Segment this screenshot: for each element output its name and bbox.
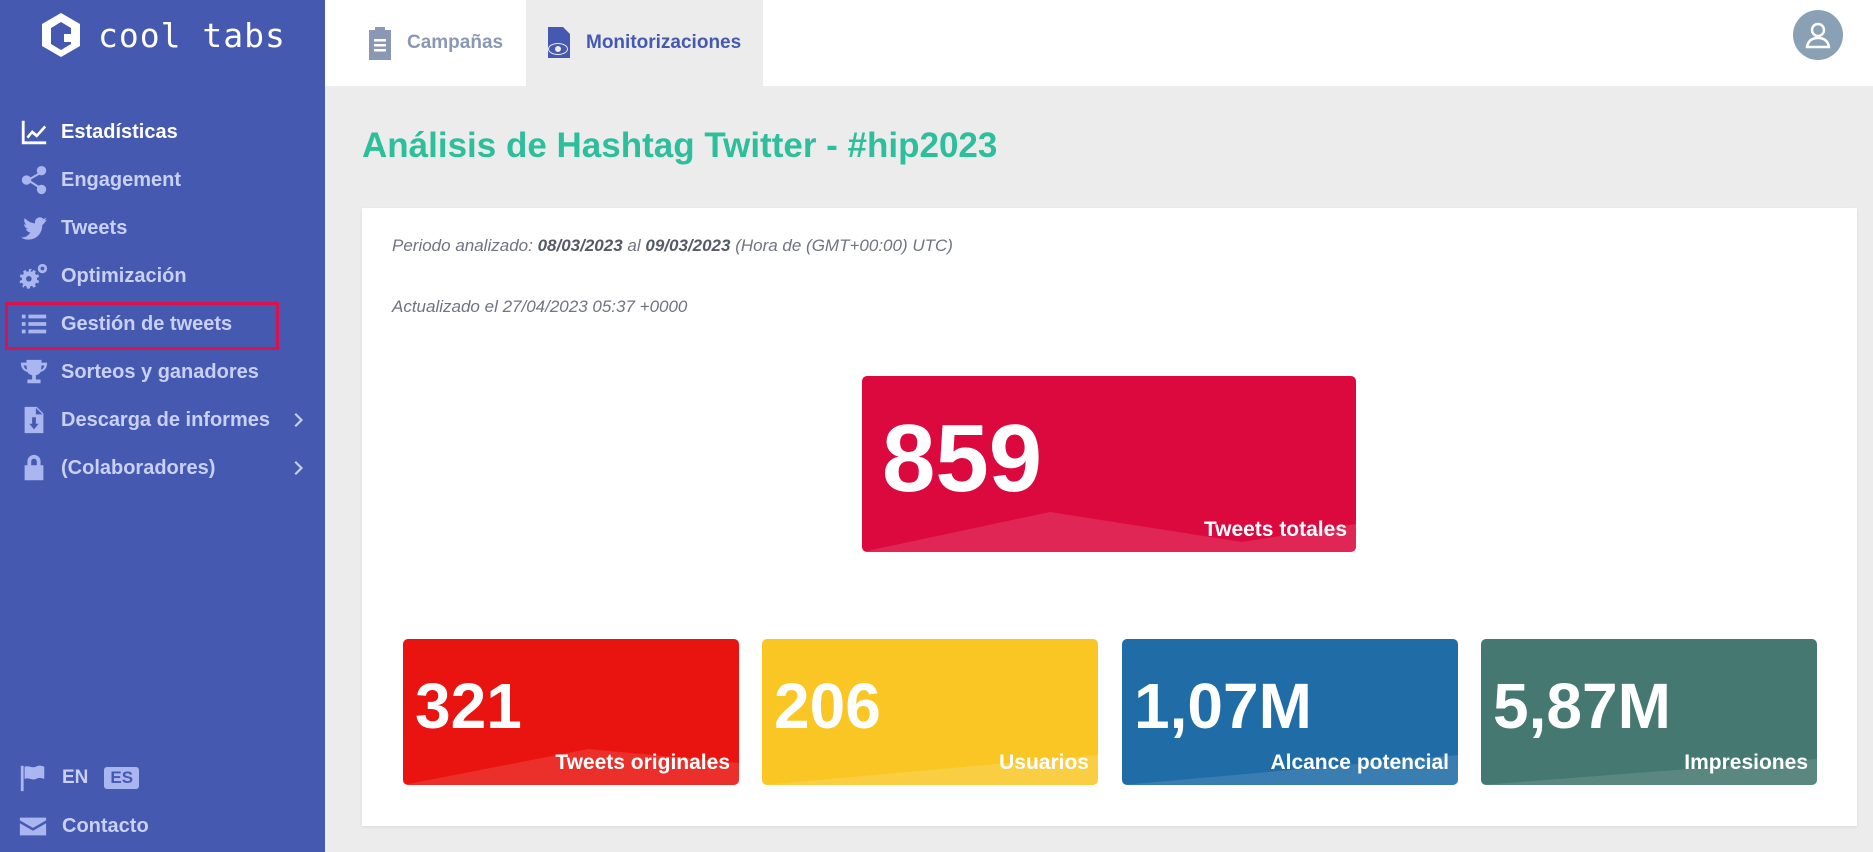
- sidebar-item-label: Engagement: [61, 168, 182, 191]
- stat-users: 206 Usuarios: [762, 639, 1098, 785]
- stats-card: Periodo analizado: 08/03/2023 al 09/03/2…: [362, 208, 1857, 826]
- sidebar-item-colaboradores[interactable]: (Colaboradores): [0, 444, 325, 492]
- stat-label: Tweets totales: [1203, 518, 1347, 541]
- selection-highlight: [5, 302, 279, 350]
- stat-value: 206: [774, 670, 881, 742]
- stat-value: 1,07M: [1134, 670, 1312, 742]
- cooltabs-logo-icon: [42, 13, 80, 57]
- gears-icon: [18, 260, 50, 292]
- trophy-icon: [18, 356, 50, 388]
- sidebar-item-engagement[interactable]: Engagement: [0, 156, 325, 204]
- chevron-right-icon[interactable]: [293, 410, 307, 430]
- twitter-icon: [18, 212, 50, 244]
- stat-value: 859: [882, 405, 1043, 512]
- stat-label: Tweets originales: [555, 751, 730, 774]
- period-prefix: Periodo analizado:: [392, 236, 533, 255]
- language-selector: EN ES: [18, 760, 140, 796]
- stat-potential-reach: 1,07M Alcance potencial: [1122, 639, 1458, 785]
- stat-total-tweets: 859 Tweets totales: [862, 376, 1356, 552]
- sidebar-item-optimizacion[interactable]: Optimización: [0, 252, 325, 300]
- stat-label: Usuarios: [999, 751, 1089, 774]
- contact-label: Contacto: [62, 814, 149, 837]
- page-title: Análisis de Hashtag Twitter - #hip2023: [362, 126, 998, 165]
- sidebar-item-label: Descarga de informes: [61, 408, 270, 431]
- sidebar-item-label: Estadísticas: [61, 120, 178, 143]
- contact-link[interactable]: Contacto: [18, 808, 149, 844]
- sidebar-item-label: Tweets: [61, 216, 128, 239]
- language-en[interactable]: EN: [62, 767, 88, 789]
- sidebar-item-sorteos[interactable]: Sorteos y ganadores: [0, 348, 325, 396]
- stat-label: Impresiones: [1684, 751, 1808, 774]
- period-from: 08/03/2023: [537, 236, 623, 255]
- envelope-icon: [19, 817, 47, 836]
- sidebar: cool tabs Estadísticas Engagement Tweets…: [0, 0, 325, 852]
- tab-label: Monitorizaciones: [586, 32, 742, 53]
- user-avatar[interactable]: [1793, 10, 1843, 60]
- top-bar: Campañas Monitorizaciones: [325, 0, 1873, 86]
- chart-line-icon: [18, 116, 50, 148]
- share-icon: [18, 164, 50, 196]
- sidebar-item-tweets[interactable]: Tweets: [0, 204, 325, 252]
- download-file-icon: [18, 404, 50, 436]
- sidebar-item-label: Optimización: [61, 264, 187, 287]
- flag-icon: [20, 765, 45, 792]
- sidebar-item-label: (Colaboradores): [61, 456, 216, 479]
- tab-monitorizaciones[interactable]: Monitorizaciones: [526, 0, 763, 86]
- lock-icon: [18, 452, 50, 484]
- brand-name: cool tabs: [98, 15, 286, 55]
- sidebar-item-label: Sorteos y ganadores: [61, 360, 259, 383]
- sidebar-item-descarga-informes[interactable]: Descarga de informes: [0, 396, 325, 444]
- stat-value: 321: [415, 670, 522, 742]
- period-timezone: (Hora de (GMT+00:00) UTC): [735, 236, 953, 255]
- brand-logo[interactable]: cool tabs: [40, 8, 286, 62]
- analysis-period: Periodo analizado: 08/03/2023 al 09/03/2…: [392, 236, 953, 256]
- sidebar-item-estadisticas[interactable]: Estadísticas: [0, 108, 325, 156]
- stat-original-tweets: 321 Tweets originales: [403, 639, 739, 785]
- period-to: 09/03/2023: [645, 236, 731, 255]
- period-connector: al: [627, 236, 641, 255]
- last-updated: Actualizado el 27/04/2023 05:37 +0000: [392, 297, 688, 316]
- stat-label: Alcance potencial: [1270, 751, 1449, 774]
- clipboard-icon: [369, 27, 391, 60]
- chevron-right-icon[interactable]: [293, 458, 307, 478]
- tab-campanas[interactable]: Campañas: [365, 0, 503, 86]
- stat-value: 5,87M: [1493, 670, 1671, 742]
- sidebar-nav: Estadísticas Engagement Tweets Optimizac…: [0, 108, 325, 492]
- language-es[interactable]: ES: [104, 767, 140, 789]
- stat-impressions: 5,87M Impresiones: [1481, 639, 1817, 785]
- tab-label: Campañas: [407, 32, 504, 53]
- user-icon: [1805, 22, 1831, 49]
- eye-document-icon: [548, 27, 570, 58]
